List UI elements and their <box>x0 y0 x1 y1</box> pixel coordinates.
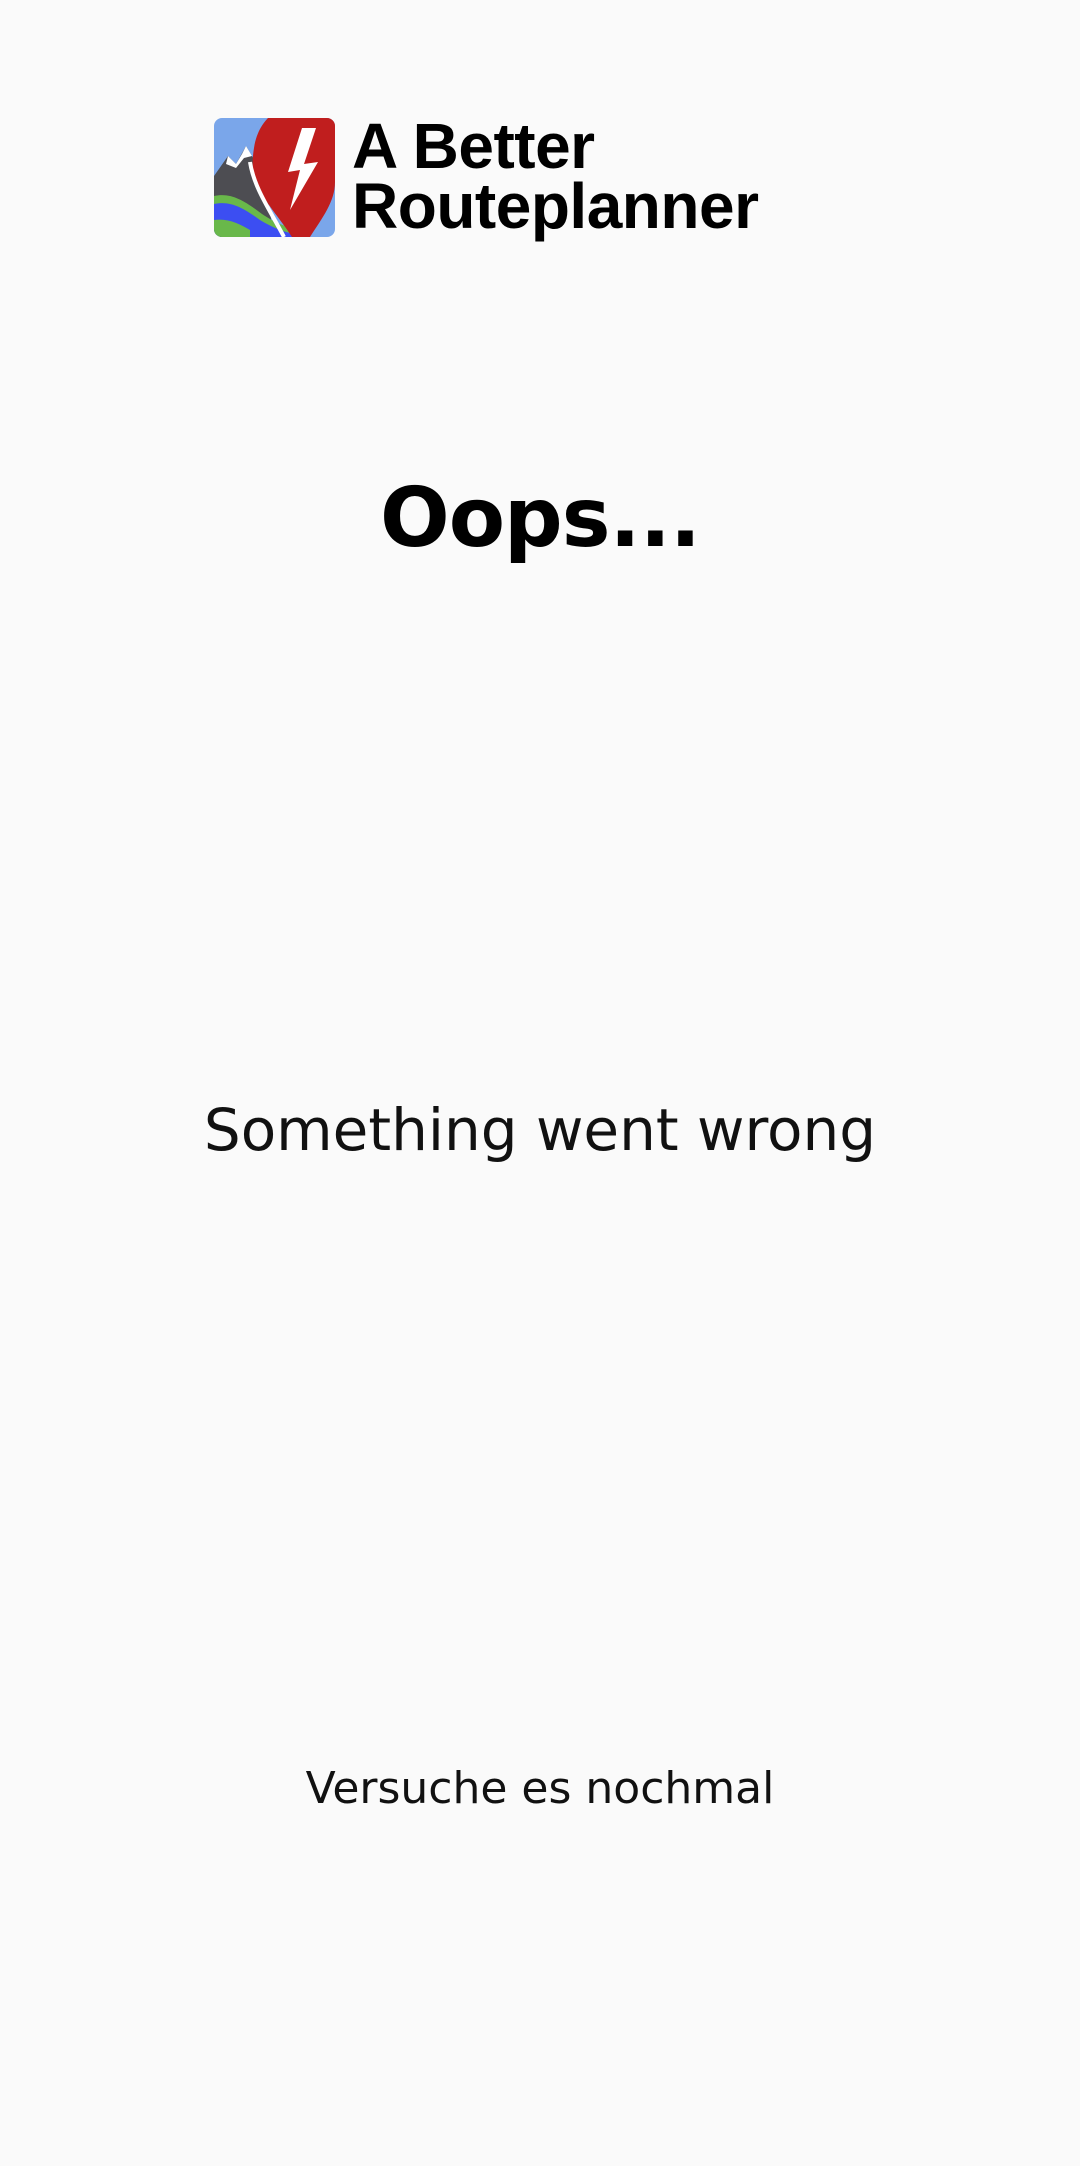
retry-button[interactable]: Versuche es nochmal <box>250 1742 830 1836</box>
brand-name-line1: A Better <box>352 110 595 182</box>
error-message: Something went wrong <box>203 1096 877 1164</box>
error-title: Oops... <box>380 471 701 566</box>
brand-name-line2: Routeplanner <box>352 170 759 242</box>
abrp-logo-icon <box>214 118 335 237</box>
brand-name: A Better Routeplanner <box>352 110 866 242</box>
brand-header: A Better Routeplanner <box>214 110 866 252</box>
